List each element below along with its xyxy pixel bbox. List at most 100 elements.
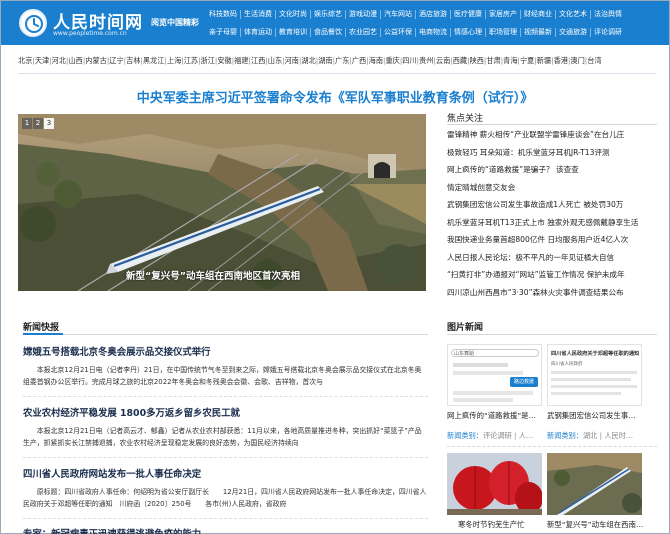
divider — [23, 518, 428, 519]
picture-category-label: 新闻类别： — [547, 431, 583, 440]
channel-nav-link[interactable]: 教育培训 — [275, 27, 310, 37]
channel-nav-link[interactable]: 交通旅游 — [555, 27, 590, 37]
channel-nav-link[interactable]: 财经商业 — [520, 9, 555, 19]
region-link[interactable]: 澳门 — [570, 56, 584, 65]
channel-nav-link[interactable]: 评论调研 — [590, 27, 625, 37]
region-link[interactable]: 云南 — [436, 56, 450, 65]
channel-nav-link[interactable]: 科技数码 — [206, 10, 240, 19]
slider-caption[interactable]: 新型“复兴号”动车组在西南地区首次亮相 — [126, 268, 300, 282]
focus-section-title: 焦点关注 — [447, 114, 484, 124]
region-link[interactable]: 浙江 — [201, 56, 215, 65]
focus-list-item[interactable]: 情定晴城创意交友会 — [447, 179, 662, 197]
focus-list: 雷锋精神 薪火相传“产业联盟学雷锋座谈会”在台儿庄 极致轻巧 耳朵知道：机乐堂蓝牙… — [447, 126, 662, 301]
doc-title: 四川省人民政府关于邓超等任职的通知 — [551, 351, 640, 357]
region-link[interactable]: 辽宁 — [109, 56, 123, 65]
focus-list-item[interactable]: 人民日报人民论坛：极不平凡的一年见证橘大自信 — [447, 249, 662, 267]
picture-caption[interactable]: 新型“复兴号”动车组在西南… — [547, 519, 647, 530]
picture-category-value[interactable]: 湖北 | 人民时… — [583, 431, 633, 440]
channel-nav-link[interactable]: 文化艺术 — [555, 9, 590, 19]
region-link[interactable]: 山东 — [268, 56, 282, 65]
picture-caption[interactable]: 网上疯传的“道路救援”是… — [447, 410, 542, 421]
picture-thumb-2[interactable]: 四川省人民政府关于邓超等任职的通知 四川省人民政府 — [547, 344, 642, 406]
channel-nav-link[interactable]: 家居房产 — [485, 9, 520, 19]
region-link[interactable]: 西藏 — [453, 56, 467, 65]
news-item-title[interactable]: 四川省人民政府网站发布一批人事任命决定 — [23, 466, 428, 480]
region-link[interactable]: 江苏 — [184, 56, 198, 65]
region-link[interactable]: 新疆 — [537, 56, 551, 65]
region-link[interactable]: 福建 — [234, 56, 248, 65]
slider-page-button[interactable]: 3 — [44, 118, 54, 129]
channel-nav-link[interactable]: 汽车网站 — [380, 9, 415, 19]
region-link[interactable]: 台湾 — [587, 56, 601, 65]
region-link[interactable]: 青海 — [503, 56, 517, 65]
channel-nav-link[interactable]: 医疗健康 — [450, 9, 485, 19]
region-link[interactable]: 安徽 — [217, 56, 231, 65]
focus-list-item[interactable]: 我国快递业务量首超800亿件 日均服务用户近4亿人次 — [447, 231, 662, 249]
channel-nav-row-1: 科技数码 生活消费 文化时尚 娱乐综艺 游戏动漫 汽车网站 酒店旅游 医疗健康 家居房产 财经商业… — [206, 5, 666, 23]
region-link[interactable]: 广东 — [335, 56, 349, 65]
channel-nav-link[interactable]: 法治舆情 — [590, 9, 625, 19]
focus-list-item[interactable]: 极致轻巧 耳朵知道：机乐堂蓝牙耳机JR-T13评测 — [447, 144, 662, 162]
region-link[interactable]: 重庆 — [385, 56, 399, 65]
placeholder-line — [453, 391, 533, 395]
region-link[interactable]: 河北 — [52, 56, 66, 65]
focus-list-item[interactable]: 雷锋精神 薪火相传“产业联盟学雷锋座谈会”在台儿庄 — [447, 126, 662, 144]
region-link[interactable]: 湖北 — [301, 56, 315, 65]
region-link[interactable]: 陕西 — [470, 56, 484, 65]
region-link[interactable]: 天津 — [35, 56, 49, 65]
phone-action-button: 路边救援 — [510, 377, 538, 387]
picture-category-value[interactable]: 评论调研 | 人… — [483, 431, 533, 440]
focus-list-item[interactable]: 网上疯传的“道路救援”是骗子？ 该查查 — [447, 161, 662, 179]
channel-nav-link[interactable]: 农业园艺 — [345, 27, 380, 37]
picture-caption[interactable]: 寒冬时节钓芜生产忙 — [458, 519, 543, 530]
slider-pager: 123 — [22, 118, 54, 129]
news-item-title[interactable]: 专家：新冠病毒正迅速获得逃避免疫的能力 — [23, 526, 428, 534]
picture-caption[interactable]: 武钢集团宏信公司发生事… — [547, 410, 642, 421]
region-link[interactable]: 江西 — [251, 56, 265, 65]
slider-page-button[interactable]: 2 — [33, 118, 43, 129]
site-header: 人民时间网 www.peopletime.com.cn 阅览中国精彩 科技数码生… — [1, 1, 669, 45]
channel-nav-link[interactable]: 游戏动漫 — [345, 9, 380, 19]
news-item-title[interactable]: 农业农村经济平稳发展 1800多万返乡留乡农民工就 — [23, 405, 428, 419]
region-link[interactable]: 宁夏 — [520, 56, 534, 65]
channel-nav-link[interactable]: 视频最新 — [520, 27, 555, 37]
channel-nav-link[interactable]: 亲子母婴 — [206, 28, 240, 37]
channel-nav-link[interactable]: 酒店旅游 — [415, 9, 450, 19]
region-link[interactable]: 黑龙江 — [143, 56, 165, 65]
channel-nav-link[interactable]: 生活消费 — [240, 9, 275, 19]
channel-nav-link[interactable]: 文化时尚 — [275, 9, 310, 19]
region-link[interactable]: 山西 — [68, 56, 82, 65]
focus-list-item[interactable]: 四川凉山州西昌市“3·30”森林火灾事件调查结果公布 — [447, 284, 662, 302]
channel-nav-link[interactable]: 娱乐综艺 — [310, 9, 345, 19]
site-slogan: 阅览中国精彩 — [151, 18, 199, 27]
focus-list-item[interactable]: “扫黄打非”办通报对“网站”监管工作情况 保护未成年 — [447, 266, 662, 284]
region-link[interactable]: 湖南 — [318, 56, 332, 65]
picture-thumb-3[interactable] — [447, 453, 542, 515]
channel-nav-link[interactable]: 公益环保 — [380, 27, 415, 37]
picture-thumb-4[interactable] — [547, 453, 642, 515]
picture-thumb-1[interactable]: 山东舞蹈 路边救援 — [447, 344, 542, 406]
divider — [447, 446, 657, 447]
channel-nav-link[interactable]: 情感心理 — [450, 27, 485, 37]
channel-nav-link[interactable]: 职场管理 — [485, 27, 520, 37]
news-item-title[interactable]: 嫦娥五号搭载北京冬奥会展示品交接仪式举行 — [23, 344, 428, 358]
region-link[interactable]: 甘肃 — [486, 56, 500, 65]
region-link[interactable]: 香港 — [554, 56, 568, 65]
region-link[interactable]: 吉林 — [126, 56, 140, 65]
channel-nav-link[interactable]: 电商物流 — [415, 27, 450, 37]
image-slider[interactable]: 123 新型“复兴号”动车组在西南地区首次亮相 — [18, 114, 426, 291]
slider-page-button[interactable]: 1 — [22, 118, 32, 129]
region-link[interactable]: 贵州 — [419, 56, 433, 65]
region-link[interactable]: 上海 — [167, 56, 181, 65]
focus-list-item[interactable]: 机乐堂蓝牙耳机T13正式上市 独家外观无感佩戴静享生活 — [447, 214, 662, 232]
region-link[interactable]: 海南 — [369, 56, 383, 65]
region-link[interactable]: 北京 — [18, 56, 32, 65]
focus-list-item[interactable]: 武钢集团宏信公司发生事故造成1人死亡 被处罚30万 — [447, 196, 662, 214]
region-link[interactable]: 河南 — [285, 56, 299, 65]
top-headline[interactable]: 中央军委主席习近平签署命令发布《军队军事职业教育条例（试行）》 — [1, 87, 669, 106]
region-link[interactable]: 广西 — [352, 56, 366, 65]
channel-nav-link[interactable]: 体育运动 — [240, 27, 275, 37]
channel-nav-link[interactable]: 食品餐饮 — [310, 27, 345, 37]
region-link[interactable]: 内蒙古 — [85, 56, 107, 65]
region-link[interactable]: 四川 — [402, 56, 416, 65]
